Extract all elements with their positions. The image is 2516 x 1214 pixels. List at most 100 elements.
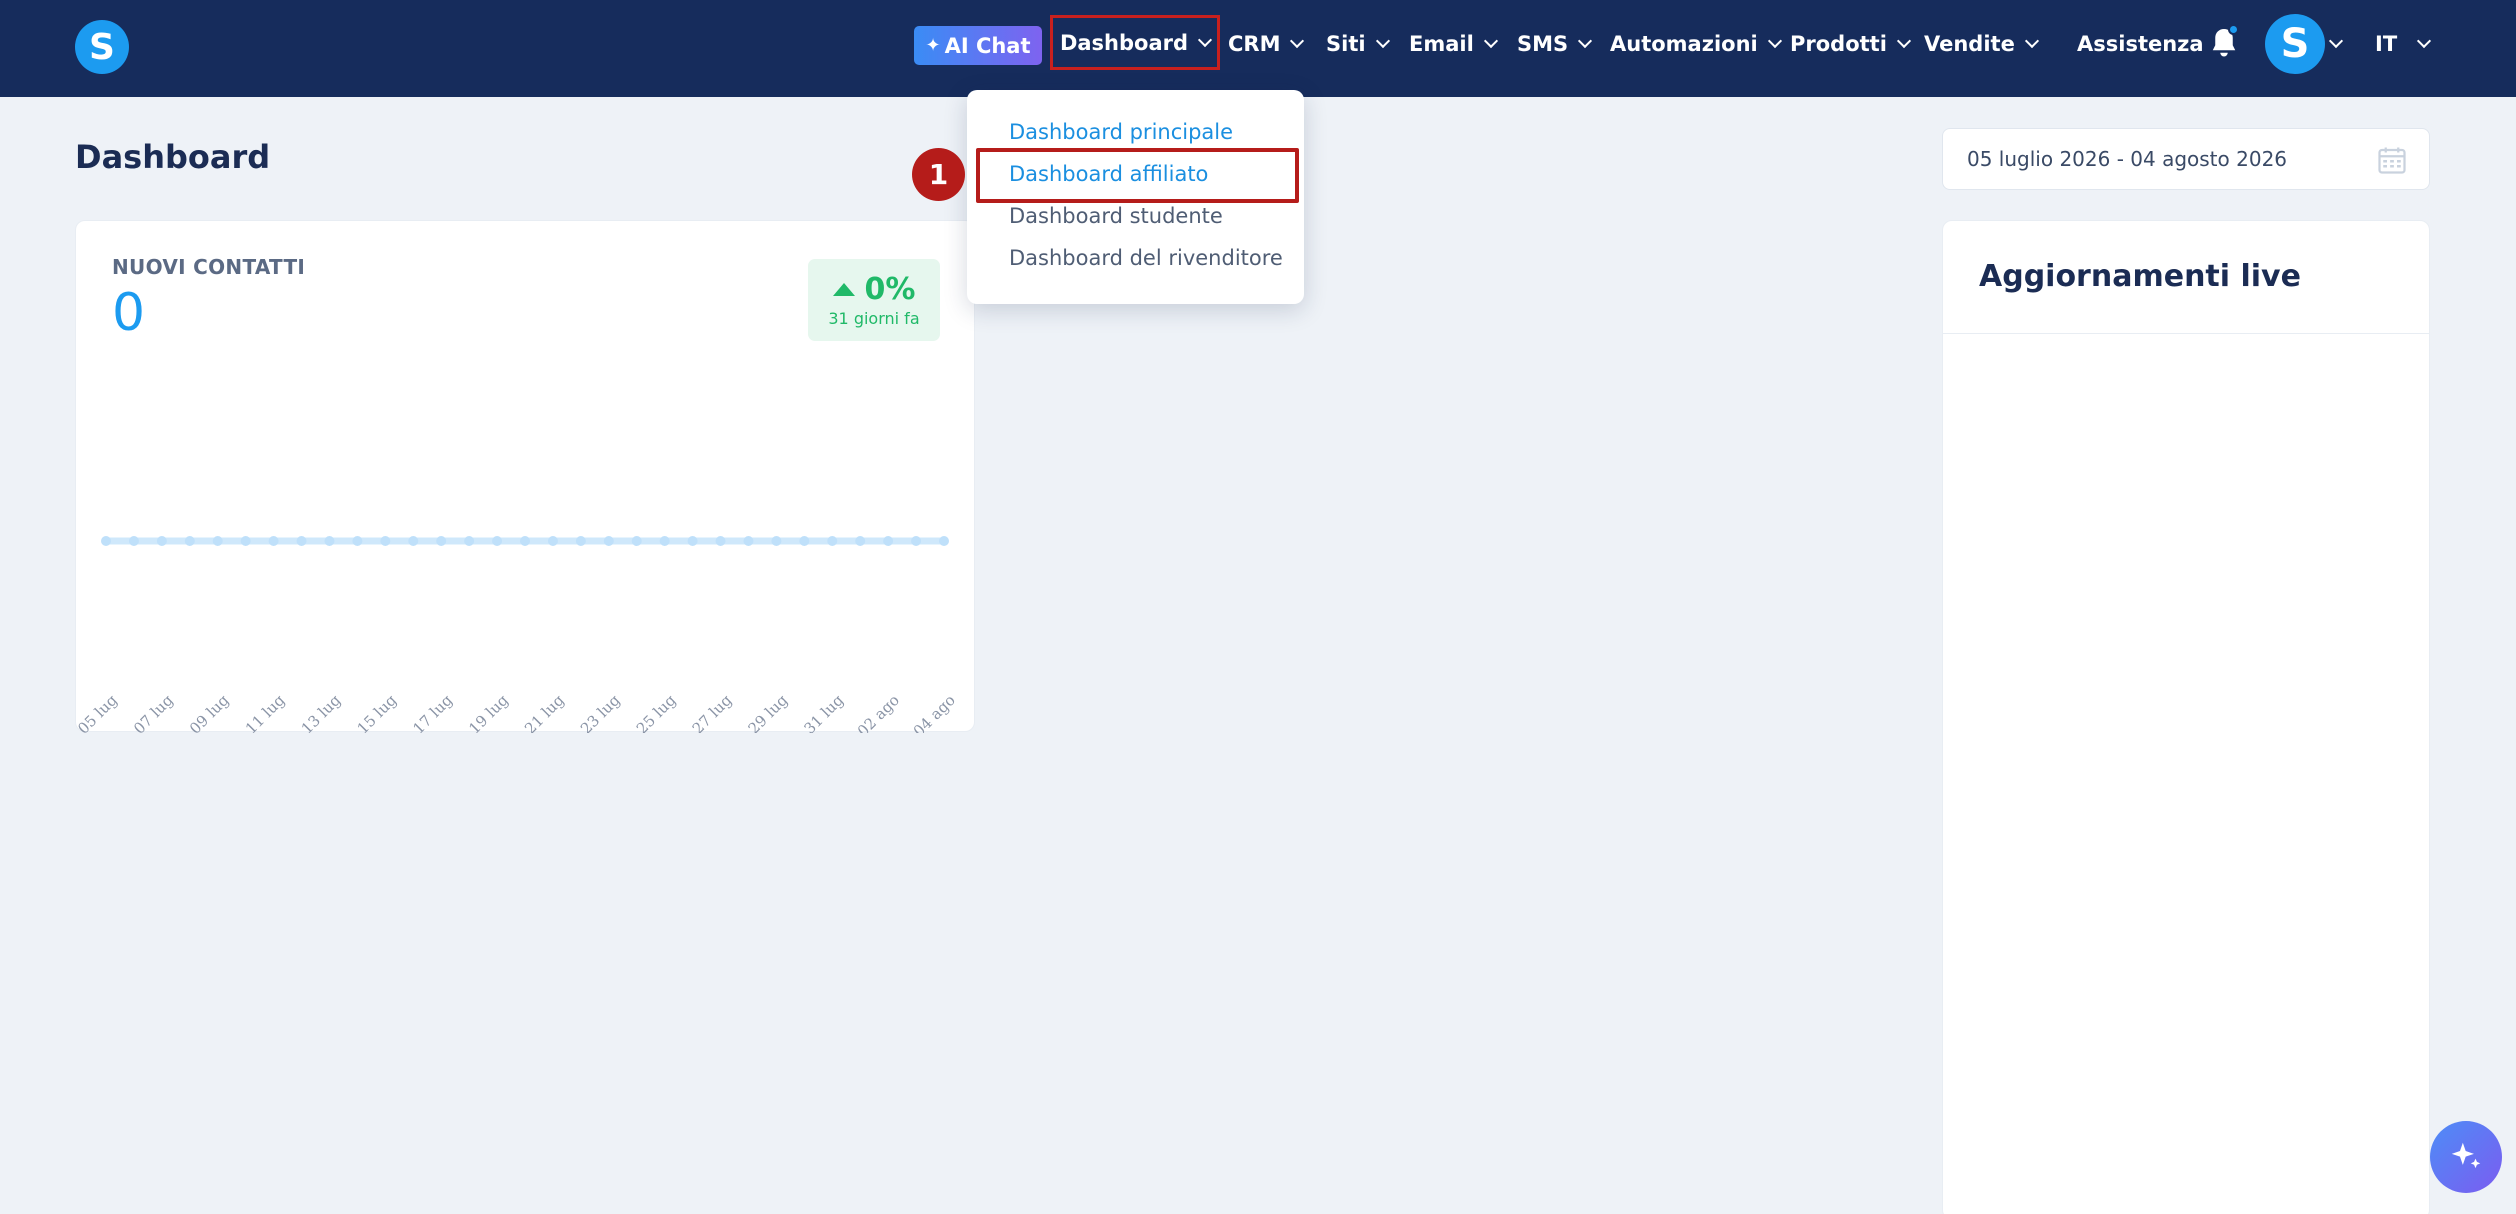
calendar-icon[interactable] [2377,145,2407,175]
x-tick-label: 19 lug [465,691,512,733]
menu-item-dashboard-studente[interactable]: Dashboard studente [1009,204,1223,228]
menu-item-dashboard-principale[interactable]: Dashboard principale [1009,120,1233,144]
live-updates-panel: Aggiornamenti live [1942,220,2430,1214]
data-point[interactable] [408,536,419,546]
chevron-down-icon [1375,33,1390,49]
nav-vendite[interactable]: Vendite [1924,24,2039,64]
nav-prodotti[interactable]: Prodotti [1790,24,1911,64]
highlight-box [976,148,1299,203]
data-point[interactable] [492,536,503,546]
nav-crm[interactable]: CRM [1228,24,1305,64]
data-point[interactable] [659,536,670,546]
step-number-badge: 1 [912,148,965,201]
chevron-down-icon [2417,33,2432,49]
divider [1943,333,2429,334]
x-tick-label: 23 lug [577,691,624,733]
sparkle-icon [2451,1142,2481,1169]
x-tick-label: 21 lug [521,691,568,733]
x-tick-label: 25 lug [633,691,680,733]
nav-dashboard-label: Dashboard [1059,30,1189,55]
data-point[interactable] [575,536,586,546]
data-point[interactable] [128,536,139,546]
nav-siti-label: Siti [1326,32,1366,56]
menu-item-dashboard-rivenditore[interactable]: Dashboard del rivenditore [1009,246,1283,270]
nav-vendite-label: Vendite [1924,32,2015,56]
chevron-down-icon [1290,33,1305,49]
app-logo[interactable]: S [75,20,129,74]
nav-siti[interactable]: Siti [1326,24,1390,64]
chevron-down-icon [1197,32,1213,47]
x-tick-label: 13 lug [298,691,345,733]
data-point[interactable] [352,536,363,546]
data-point[interactable] [520,536,530,546]
chevron-down-icon [1767,33,1782,49]
chevron-down-icon [2328,33,2344,49]
data-point[interactable] [631,536,642,546]
ai-assistant-button[interactable] [2430,1121,2502,1193]
nav-email[interactable]: Email [1409,24,1498,64]
data-point[interactable] [827,536,838,546]
x-tick-label: 29 lug [745,691,792,733]
chevron-down-icon [1578,33,1593,49]
chevron-down-icon [2024,33,2039,49]
data-point[interactable] [799,536,810,546]
x-tick-label: 15 lug [354,691,401,733]
data-point[interactable] [715,536,726,546]
nav-automazioni-label: Automazioni [1610,32,1758,56]
help-label: Assistenza [2077,32,2204,56]
nav-sms[interactable]: SMS [1517,24,1593,64]
data-point[interactable] [464,536,475,546]
data-point[interactable] [380,536,391,546]
nav-sms-label: SMS [1517,32,1569,56]
data-point[interactable] [547,536,558,546]
help-link[interactable]: Assistenza [2077,24,2204,64]
chevron-down-icon [1896,33,1911,49]
data-point[interactable] [156,536,167,546]
x-tick-label: 04 ago [910,691,959,733]
nav-prodotti-label: Prodotti [1790,32,1887,56]
nav-automazioni[interactable]: Automazioni [1610,24,1782,64]
sparkle-icon: ✦ [925,35,941,56]
contacts-line-chart: 05 lug 07 lug 09 lug 11 lug 13 lug 15 lug 17 l… [76,536,959,733]
ai-chat-button[interactable]: ✦ AI Chat [914,26,1042,65]
avatar-menu-toggle[interactable] [2328,24,2344,64]
data-point[interactable] [436,536,447,546]
data-point[interactable] [101,536,111,546]
avatar[interactable]: S [2265,14,2325,74]
nav-dashboard[interactable]: Dashboard [1050,15,1220,70]
data-point[interactable] [855,536,866,546]
page-title: Dashboard [75,138,271,176]
data-point[interactable] [603,536,614,546]
x-tick-label: 02 ago [854,691,903,733]
notification-dot [2228,24,2239,35]
data-point[interactable] [268,536,279,546]
x-tick-label: 05 lug [76,691,121,733]
new-contacts-card: NUOVI CONTATTI 0 0% 31 giorni fa 05 lug 0… [75,220,975,733]
x-tick-label: 17 lug [409,691,456,733]
x-tick-label: 31 lug [800,691,847,733]
language-label: IT [2375,32,2398,56]
top-navigation-bar: S ✦ AI Chat Dashboard CRM Siti Email SMS… [0,0,2516,97]
data-point[interactable] [743,536,754,546]
data-point[interactable] [883,536,894,546]
data-point[interactable] [771,536,782,546]
x-tick-label: 27 lug [689,691,736,733]
x-tick-label: 11 lug [242,691,289,733]
data-point[interactable] [184,536,195,546]
x-tick-label: 09 lug [186,691,233,733]
data-point[interactable] [911,536,922,546]
chevron-down-icon [1483,33,1498,49]
date-range-value: 05 luglio 2026 - 04 agosto 2026 [1967,147,2288,171]
data-point[interactable] [212,536,223,546]
data-point[interactable] [939,536,949,546]
data-point[interactable] [240,536,251,546]
data-point[interactable] [324,536,335,546]
x-tick-label: 07 lug [130,691,177,733]
nav-crm-label: CRM [1228,32,1281,56]
ai-chat-label: AI Chat [944,33,1031,58]
nav-email-label: Email [1409,32,1474,56]
date-range-picker[interactable]: 05 luglio 2026 - 04 agosto 2026 [1942,128,2430,190]
language-selector[interactable]: IT [2375,24,2432,64]
data-point[interactable] [296,536,307,546]
data-point[interactable] [687,536,698,546]
